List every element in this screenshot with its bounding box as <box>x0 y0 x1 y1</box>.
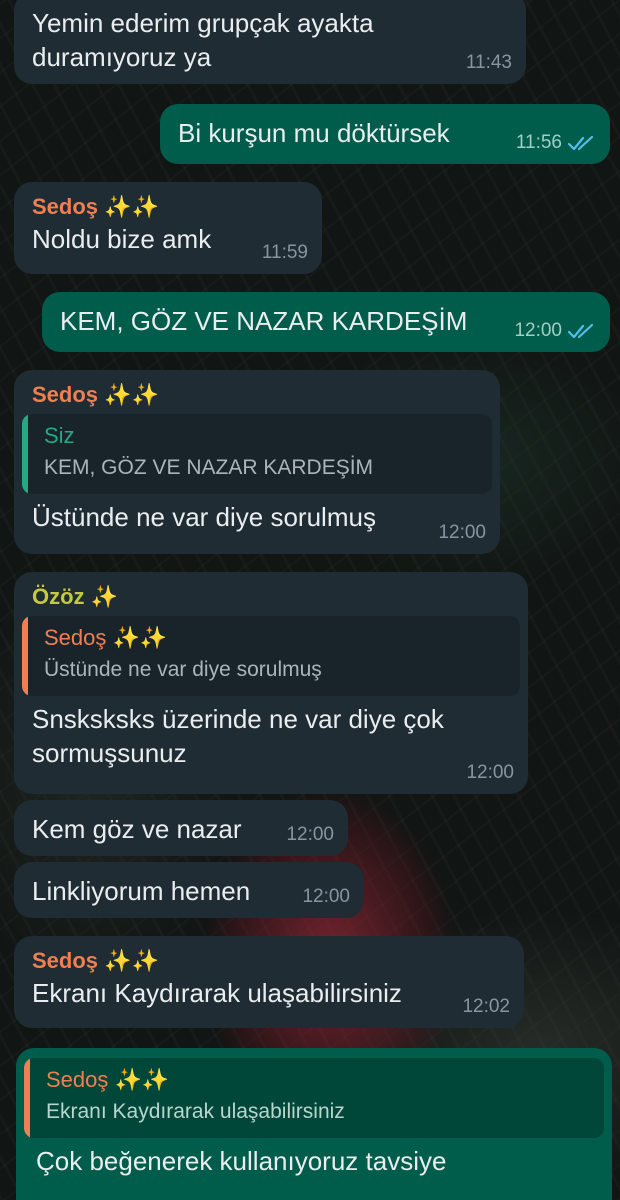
message-meta: 12:00 <box>514 320 596 342</box>
quote-text: KEM, GÖZ VE NAZAR KARDEŞİM <box>44 456 374 479</box>
sparkles-emoji: ✨✨ <box>104 194 159 219</box>
sparkles-emoji: ✨✨ <box>112 625 168 650</box>
sparkles-emoji: ✨✨ <box>104 382 159 407</box>
message-text: Üstünde ne var diye sorulmuş <box>32 502 376 532</box>
message-time: 11:56 <box>515 132 562 153</box>
sparkles-emoji: ✨✨ <box>114 1067 170 1092</box>
quote-sender: Sedoş ✨✨ <box>46 1067 170 1092</box>
message-bubble[interactable]: Özöz ✨ Sedoş ✨✨ Üstünde ne var diye soru… <box>14 572 528 794</box>
quote-text: Üstünde ne var diye sorulmuş <box>44 658 322 681</box>
message-text: Snsksksks üzerinde ne var diye çok sormu… <box>32 704 444 768</box>
message-bubble[interactable]: Sedoş ✨✨ Ekranı Kaydırarak ulaşabilirsin… <box>14 936 524 1028</box>
message-bubble[interactable]: KEM, GÖZ VE NAZAR KARDEŞİM 12:00 <box>42 292 610 352</box>
quote-bar <box>24 1058 30 1138</box>
message-bubble[interactable]: Yemin ederim grupçak ayakta duramıyoruz … <box>14 0 526 84</box>
quote-text: Ekranı Kaydırarak ulaşabilirsiniz <box>46 1100 345 1123</box>
message-time: 12:00 <box>466 762 514 783</box>
quoted-message[interactable]: Sedoş ✨✨ Ekranı Kaydırarak ulaşabilirsin… <box>24 1058 604 1138</box>
quote-bar <box>22 616 28 696</box>
message-bubble[interactable]: Bi kurşun mu döktürsek 11:56 <box>160 104 610 164</box>
quote-bar <box>22 414 28 494</box>
message-text: Linkliyorum hemen <box>32 876 251 906</box>
message-meta: 11:56 <box>516 132 596 154</box>
sender-name: Sedoş ✨✨ <box>32 948 159 973</box>
message-time: 11:59 <box>261 242 308 263</box>
message-bubble[interactable]: Sedoş ✨✨ Ekranı Kaydırarak ulaşabilirsin… <box>16 1048 612 1200</box>
message-time: 12:00 <box>302 886 350 907</box>
message-time: 12:00 <box>286 824 334 845</box>
message-time: 12:00 <box>438 522 486 543</box>
sparkles-emoji: ✨ <box>90 584 119 609</box>
quote-sender: Sedoş ✨✨ <box>44 625 168 650</box>
message-text: Ekranı Kaydırarak ulaşabilirsiniz <box>32 978 402 1008</box>
sparkles-emoji: ✨✨ <box>104 948 159 973</box>
message-bubble[interactable]: Linkliyorum hemen 12:00 <box>14 862 364 918</box>
double-check-icon <box>568 135 594 151</box>
message-text: Çok beğenerek kullanıyoruz tavsiye <box>36 1146 447 1176</box>
message-bubble[interactable]: Kem göz ve nazar 12:00 <box>14 800 348 856</box>
message-time: 12:00 <box>514 320 562 341</box>
message-time: 12:02 <box>462 996 510 1017</box>
message-time: 11:43 <box>465 52 512 73</box>
message-text: Yemin ederim grupçak ayakta duramıyoruz … <box>32 8 374 72</box>
sender-name: Özöz ✨ <box>32 584 119 609</box>
sender-name: Sedoş ✨✨ <box>32 382 159 407</box>
quoted-message[interactable]: Sedoş ✨✨ Üstünde ne var diye sorulmuş <box>22 616 520 696</box>
double-check-icon <box>568 323 594 339</box>
sender-name: Sedoş ✨✨ <box>32 194 159 219</box>
message-text: Kem göz ve nazar <box>32 814 242 844</box>
quote-sender: Siz <box>44 423 75 448</box>
message-bubble[interactable]: Sedoş ✨✨ Noldu bize amk 11:59 <box>14 182 322 274</box>
quoted-message[interactable]: Siz KEM, GÖZ VE NAZAR KARDEŞİM <box>22 414 492 494</box>
message-bubble[interactable]: Sedoş ✨✨ Siz KEM, GÖZ VE NAZAR KARDEŞİM … <box>14 370 500 554</box>
message-text: KEM, GÖZ VE NAZAR KARDEŞİM <box>60 306 468 336</box>
